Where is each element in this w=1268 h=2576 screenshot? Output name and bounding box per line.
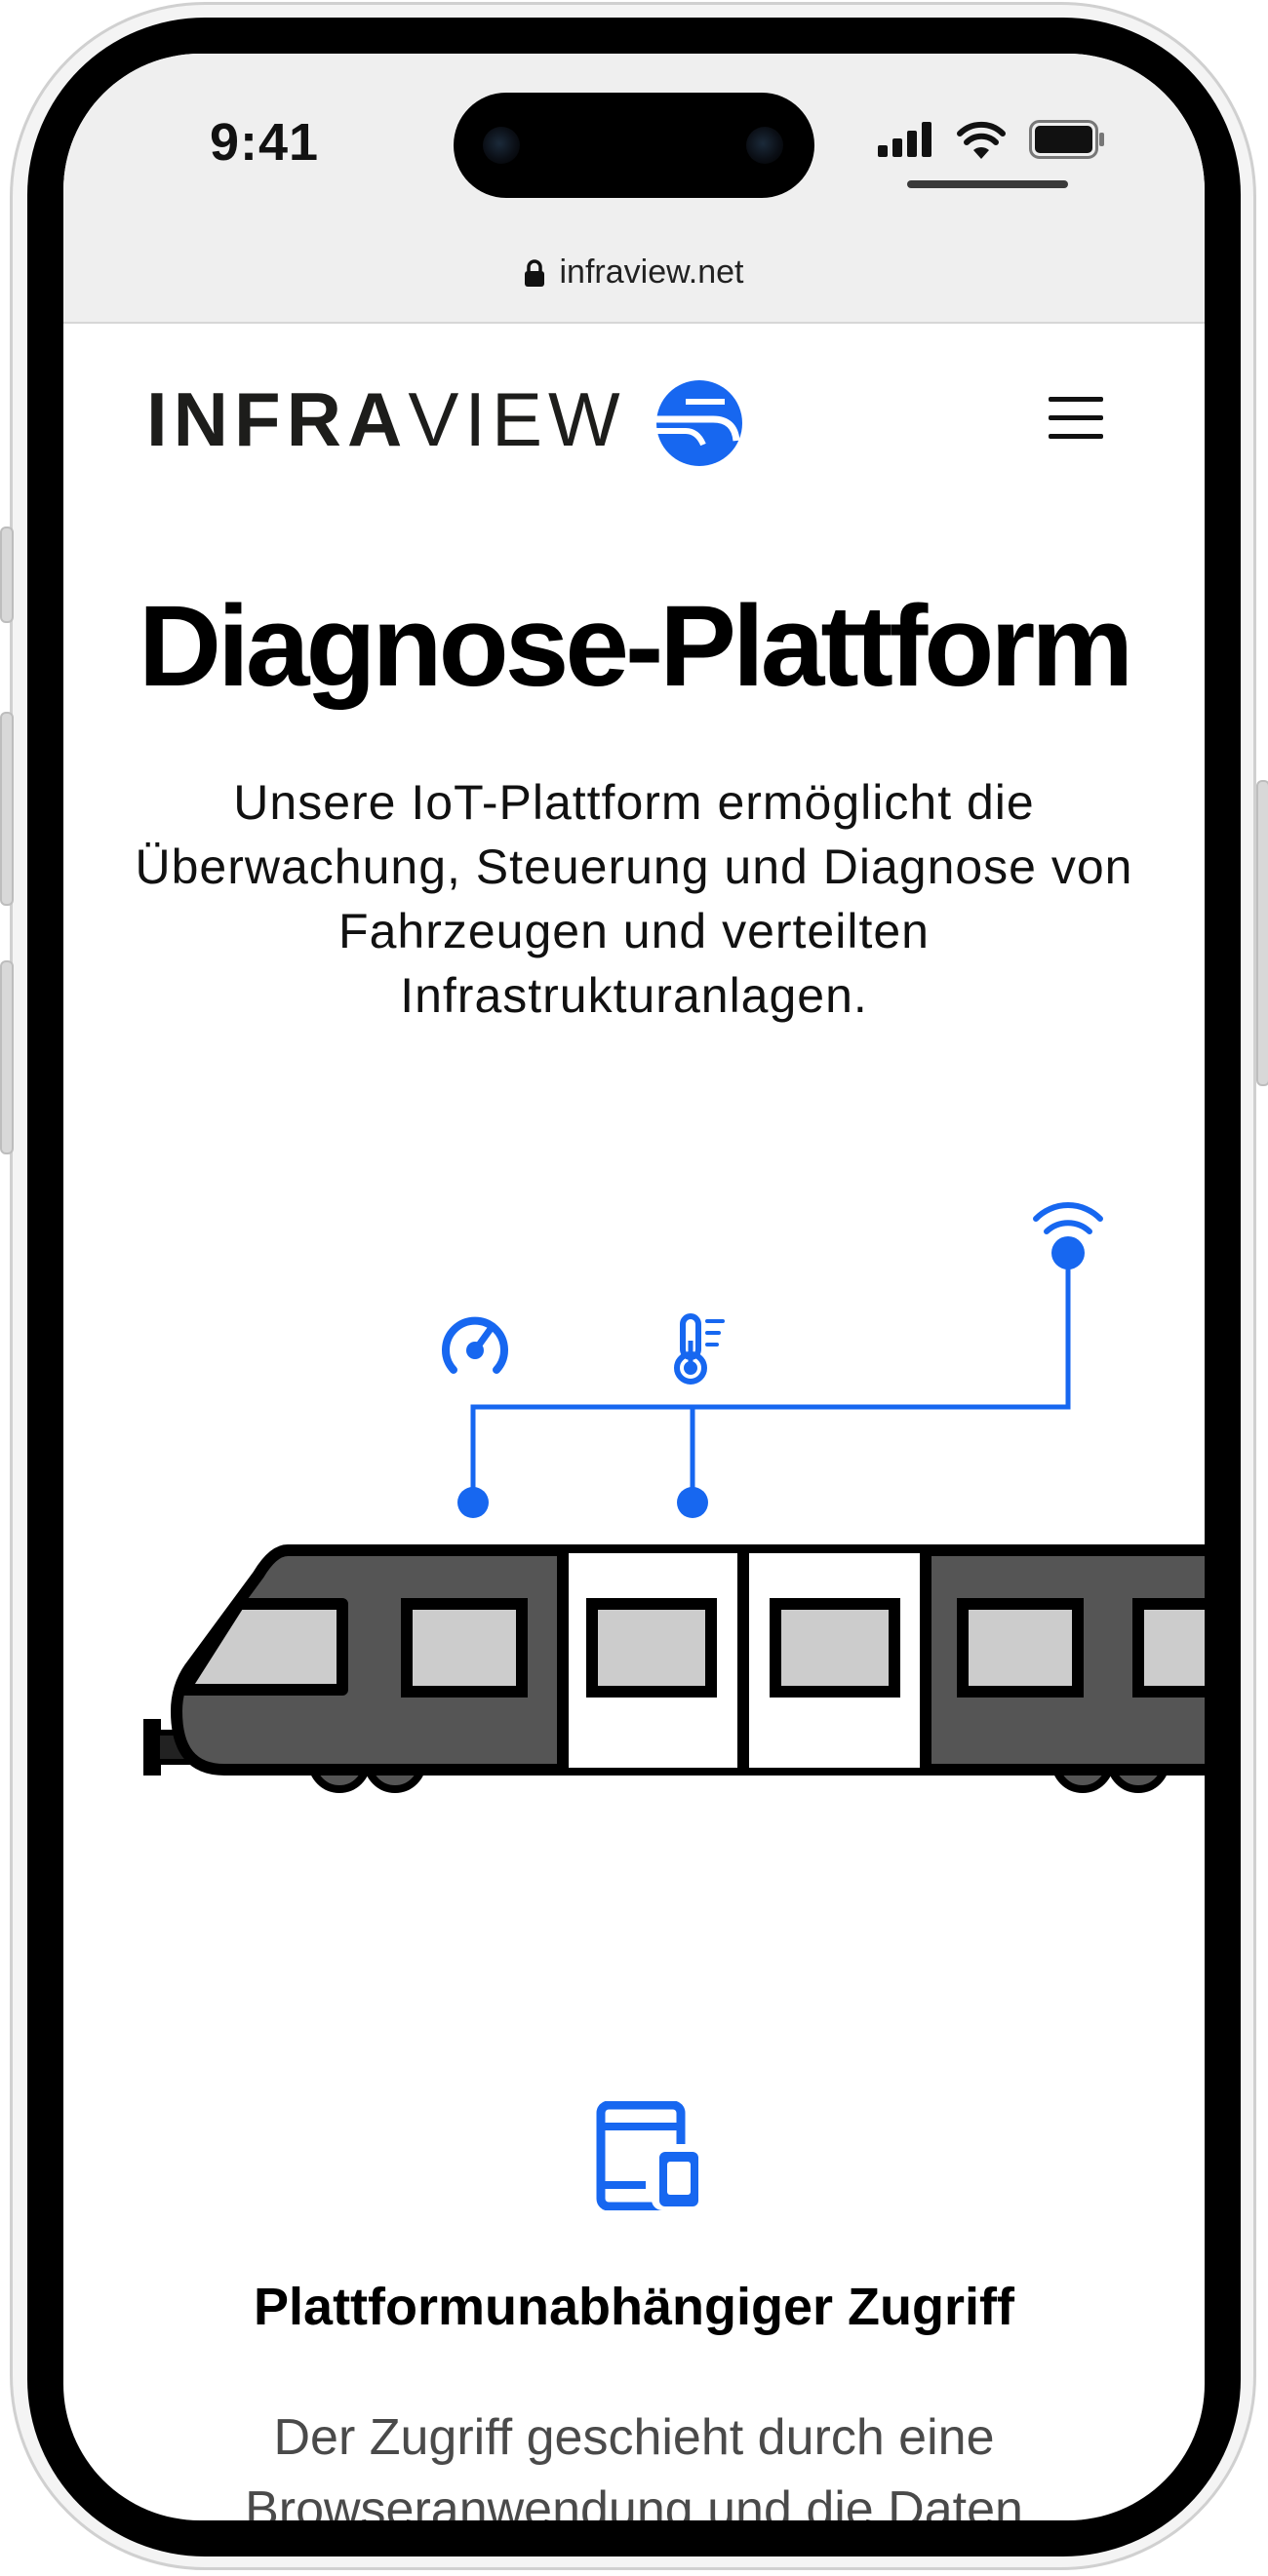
sensor-lens <box>746 127 783 164</box>
logo-bold-text: INFRA <box>146 376 409 462</box>
sensor-dot-2 <box>677 1487 708 1518</box>
wifi-signal-icon <box>1033 1202 1103 1234</box>
cellular-signal-icon <box>878 122 931 157</box>
train-illustration <box>143 1202 1205 1793</box>
side-button-volume-up <box>0 712 14 906</box>
logo-light-text: VIEW <box>408 376 626 462</box>
wifi-status-icon <box>957 121 1006 159</box>
screen: 9:41 infraview.net INFRAVIEW Diagnose-Pl… <box>63 54 1205 2520</box>
side-button-power <box>1256 780 1268 1086</box>
status-indicator-bar <box>907 180 1068 188</box>
antenna-dot <box>1051 1236 1085 1269</box>
train-icon <box>143 1544 1205 1793</box>
battery-icon <box>1029 120 1104 159</box>
devices-icon <box>596 2101 702 2210</box>
page-title: Diagnose-Plattform <box>138 582 1133 711</box>
feature-title: Plattformunabhängiger Zugriff <box>254 2278 1014 2336</box>
lock-icon <box>524 258 544 287</box>
gauge-icon <box>442 1316 508 1374</box>
sensor-connection-lines <box>470 1253 1071 1503</box>
dynamic-island <box>454 93 814 198</box>
side-button-volume-down <box>0 960 14 1154</box>
url-bar[interactable]: infraview.net <box>63 254 1205 295</box>
camera-lens <box>483 127 520 164</box>
logo[interactable]: INFRAVIEW <box>146 375 626 464</box>
thermometer-icon <box>674 1313 725 1385</box>
status-time: 9:41 <box>210 113 320 172</box>
url-text: infraview.net <box>559 254 744 291</box>
logo-train-icon <box>656 380 742 466</box>
hero-description: Unsere IoT-Plattform ermöglicht die Über… <box>135 775 1133 1023</box>
side-button-mute <box>0 527 14 623</box>
hamburger-menu-icon[interactable] <box>1049 397 1103 440</box>
sensor-dot-1 <box>457 1487 489 1518</box>
feature-description: Der Zugriff geschieht durch eine Browser… <box>245 2409 1023 2520</box>
chrome-divider <box>63 322 1205 324</box>
